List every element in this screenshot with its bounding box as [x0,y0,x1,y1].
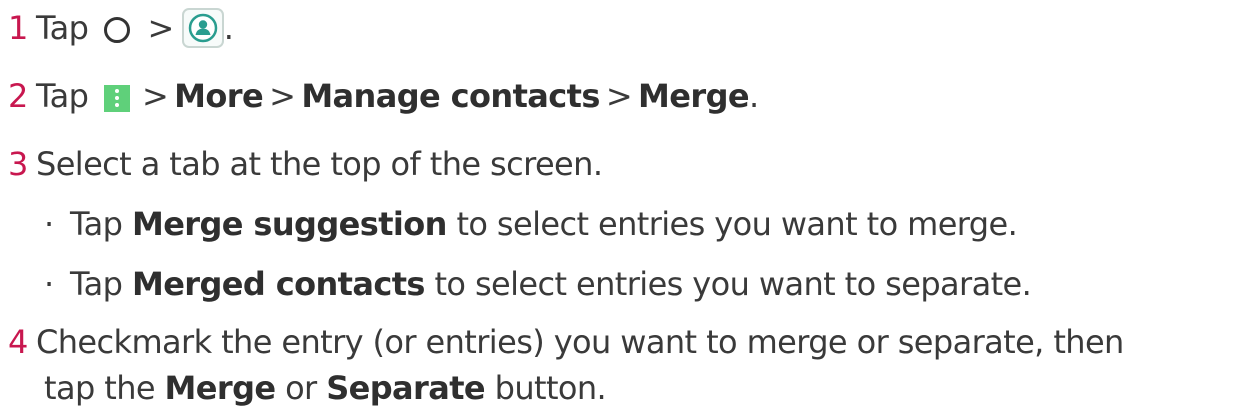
contacts-app-icon [181,8,224,48]
step-end: . [749,77,759,115]
home-circle-icon [103,17,130,43]
step-text: button. [494,369,607,407]
step-text: Tap [36,77,89,115]
step-text: or [285,369,317,407]
menu-manage-contacts: Manage contacts [301,77,600,115]
step-text: tap the [44,369,156,407]
more-options-icon [103,85,130,112]
chevron-separator: > [269,77,296,115]
step-text: Select a tab at the top of the screen. [36,145,603,183]
merge-button-label: Merge [164,369,277,407]
step-4: 4 Checkmark the entry (or entries) you wa… [8,322,1124,362]
bullet-text: Tap [70,205,123,243]
step-text: Tap [36,9,89,47]
bullet-mark: · [44,265,54,303]
step-number: 4 [8,323,28,361]
chevron-separator: > [605,77,633,115]
step-1: 1 Tap >. [8,8,234,48]
step-number: 2 [8,77,28,115]
menu-more: More [174,77,264,115]
bullet-item: · Tap Merged contacts to select entries y… [44,264,1032,304]
instruction-document: 1 Tap >. 2 Tap > More > Manage contacts > Merge… [0,0,1234,415]
chevron-separator: > [141,77,169,115]
bullet-text: to select entries you want to separate. [434,265,1032,303]
tab-merge-suggestion-label: Merge suggestion [131,205,448,243]
bullet-mark: · [44,205,54,243]
step-4-continuation: tap the Merge or Separate button. [44,368,607,408]
bullet-item: · Tap Merge suggestion to select entries … [44,204,1018,244]
step-text: Checkmark the entry (or entries) you wan… [36,323,1124,361]
tab-merged-contacts-label: Merged contacts [131,265,426,303]
step-number: 1 [8,9,28,47]
step-number: 3 [8,145,28,183]
menu-merge: Merge [638,77,750,115]
separate-button-label: Separate [326,369,486,407]
step-2: 2 Tap > More > Manage contacts > Merge. [8,76,759,116]
chevron-separator: > [147,9,175,47]
bullet-text: Tap [70,265,123,303]
step-3: 3 Select a tab at the top of the screen. [8,144,603,184]
bullet-text: to select entries you want to merge. [456,205,1018,243]
step-end: . [223,9,234,47]
